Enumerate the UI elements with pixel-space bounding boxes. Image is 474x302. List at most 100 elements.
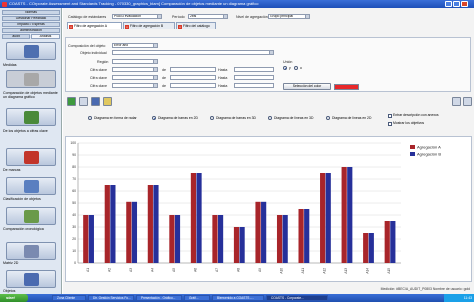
x-tick-label: A4 xyxy=(150,268,154,272)
union-or-radio[interactable]: o xyxy=(294,65,302,71)
chevron-down-icon xyxy=(305,15,309,18)
flag-tile[interactable] xyxy=(6,148,56,166)
sidebar-category-audit[interactable]: audit xyxy=(2,34,30,39)
show-targets-checkbox[interactable]: Mostrar los objetivos xyxy=(388,121,424,126)
minimize-button[interactable] xyxy=(445,1,452,7)
bar-b xyxy=(282,215,288,263)
maximize-button[interactable] xyxy=(453,1,460,7)
region-select[interactable] xyxy=(112,59,158,64)
document-icon[interactable] xyxy=(103,97,112,106)
ranking-tile[interactable] xyxy=(6,177,56,195)
measures-tile[interactable] xyxy=(6,42,56,60)
sidebar-category-normas[interactable]: Normas xyxy=(2,10,60,15)
y-tick-label: 0 xyxy=(74,261,76,265)
agg-level-select[interactable]: Grupo principal xyxy=(268,14,310,19)
radio-dot xyxy=(88,116,92,120)
help-icon[interactable] xyxy=(463,97,472,106)
print-icon[interactable] xyxy=(79,97,88,106)
taskbar-item[interactable]: Bienvenido a COASTS -... xyxy=(212,295,264,301)
taskbar-item[interactable]: Zona Cliente xyxy=(52,295,86,301)
chart-compare-label: Comparación de objetos mediante un diagr… xyxy=(3,91,58,100)
to-3-input[interactable] xyxy=(234,83,274,88)
region-label: Región xyxy=(97,60,109,64)
bar-a xyxy=(363,233,369,263)
individual-object-field[interactable] xyxy=(112,50,274,55)
bar-b xyxy=(261,201,267,263)
chart-type-radar[interactable]: Diagrama en forma de radar xyxy=(88,115,137,121)
x-tick-label: A3 xyxy=(129,268,133,272)
chevron-down-icon xyxy=(269,51,273,54)
bar-chart: 0 10 20 30 40 50 60 70 80 90 100 A1 A2 A3 A4 A5 A6 A7 A8 A9… xyxy=(70,141,441,273)
close-tab-icon[interactable]: x xyxy=(178,24,182,29)
matrix-icon xyxy=(24,245,39,258)
catalog-select[interactable]: P0803 evaluación xyxy=(112,14,162,19)
bar-a xyxy=(126,201,132,263)
bar-b xyxy=(347,167,353,263)
from-1-input[interactable] xyxy=(170,67,216,72)
matrix-tile[interactable] xyxy=(6,242,56,260)
objects-label: Objetos xyxy=(3,289,16,293)
radio-dot xyxy=(294,66,298,70)
ranking-label: Clasificación de objetos xyxy=(3,197,41,201)
chart-type-bar-3d[interactable]: Diagrama de barras en 3D xyxy=(210,115,256,121)
measures-label: Medidas xyxy=(3,63,17,67)
union-and-radio[interactable]: y xyxy=(283,65,291,71)
sidebar-category-impact[interactable]: Impacto / Esperas xyxy=(2,22,60,27)
chart-type-bar-2d[interactable]: Diagrama de barras en 2D xyxy=(152,115,198,121)
taskbar-item-active[interactable]: COASTS - Corporate... xyxy=(266,295,328,301)
chart-type-line-2d[interactable]: Diagrama de líneas en 2D xyxy=(326,115,371,121)
show-description-checkbox[interactable]: Entrar descripción con anexos xyxy=(388,113,439,118)
close-tab-icon[interactable]: x xyxy=(69,24,73,29)
taskbar: start Zona Cliente Dir. Gestión Servicio… xyxy=(0,294,474,302)
chart-type-line-3d[interactable]: Diagrama de líneas en 3D xyxy=(268,115,313,121)
tab-catalog-filter[interactable]: x Filtro del catálogo xyxy=(176,22,216,29)
chart-compare-tile[interactable] xyxy=(6,70,56,88)
key-figure-1-select[interactable] xyxy=(112,67,158,72)
composition-select[interactable]: Error año xyxy=(112,43,158,48)
taskbar-item[interactable]: Gráfi... xyxy=(184,295,210,301)
timeline-tile[interactable] xyxy=(6,207,56,225)
to-2-input[interactable] xyxy=(234,75,274,80)
bar-b xyxy=(196,173,202,263)
app-icon xyxy=(2,1,7,7)
taskbar-item[interactable]: Dir. Gestión Servicios Fo... xyxy=(88,295,134,301)
checkbox-box xyxy=(388,113,392,118)
bar-b xyxy=(88,215,94,263)
legend-label: Agregación B xyxy=(417,152,441,157)
close-tab-icon[interactable]: x xyxy=(125,24,129,29)
to-1-input[interactable] xyxy=(234,67,274,72)
radio-dot xyxy=(152,116,156,120)
objects-tile[interactable] xyxy=(6,270,56,288)
close-button[interactable] xyxy=(461,1,468,7)
start-button[interactable]: start xyxy=(0,294,28,302)
chart-compare-icon xyxy=(24,73,39,86)
bar-a xyxy=(298,209,304,263)
sidebar-category-analysis[interactable]: Análisis xyxy=(31,34,60,39)
key-figures-tile[interactable] xyxy=(6,108,56,126)
settings-icon[interactable] xyxy=(452,97,461,106)
export-icon[interactable] xyxy=(91,97,100,106)
chevron-down-icon xyxy=(153,76,157,79)
from-3-label: de xyxy=(162,84,166,88)
tab-filter-a[interactable]: x Filtro de agregación A xyxy=(67,22,122,29)
y-tick-label: 10 xyxy=(72,249,76,253)
select-color-button[interactable]: Selección del color xyxy=(283,83,331,90)
key-figure-3-select[interactable] xyxy=(112,83,158,88)
bar-b xyxy=(368,233,374,263)
tab-filter-b[interactable]: x Filtro de agregación B xyxy=(123,22,175,29)
key-figure-2-select[interactable] xyxy=(112,75,158,80)
window-title-bar: COASTS - COrporate Assessment and Standa… xyxy=(0,0,474,8)
period-select[interactable]: 2bis xyxy=(188,14,228,19)
sidebar-category-feedback[interactable]: Gestionar Feedback xyxy=(2,16,60,21)
taskbar-item[interactable]: Presentación - Gráfico... xyxy=(136,295,182,301)
sidebar-category-admin[interactable]: administración xyxy=(2,28,60,33)
key-figures-label: De los objetos a cifras clave xyxy=(3,129,48,133)
ranking-icon xyxy=(24,180,39,193)
chevron-down-icon xyxy=(223,15,227,18)
x-tick-label: A7 xyxy=(215,268,219,272)
color-swatch[interactable] xyxy=(334,84,359,90)
from-3-input[interactable] xyxy=(170,83,216,88)
from-2-input[interactable] xyxy=(170,75,216,80)
check-icon[interactable] xyxy=(67,97,76,106)
y-tick-label: 80 xyxy=(72,165,76,169)
